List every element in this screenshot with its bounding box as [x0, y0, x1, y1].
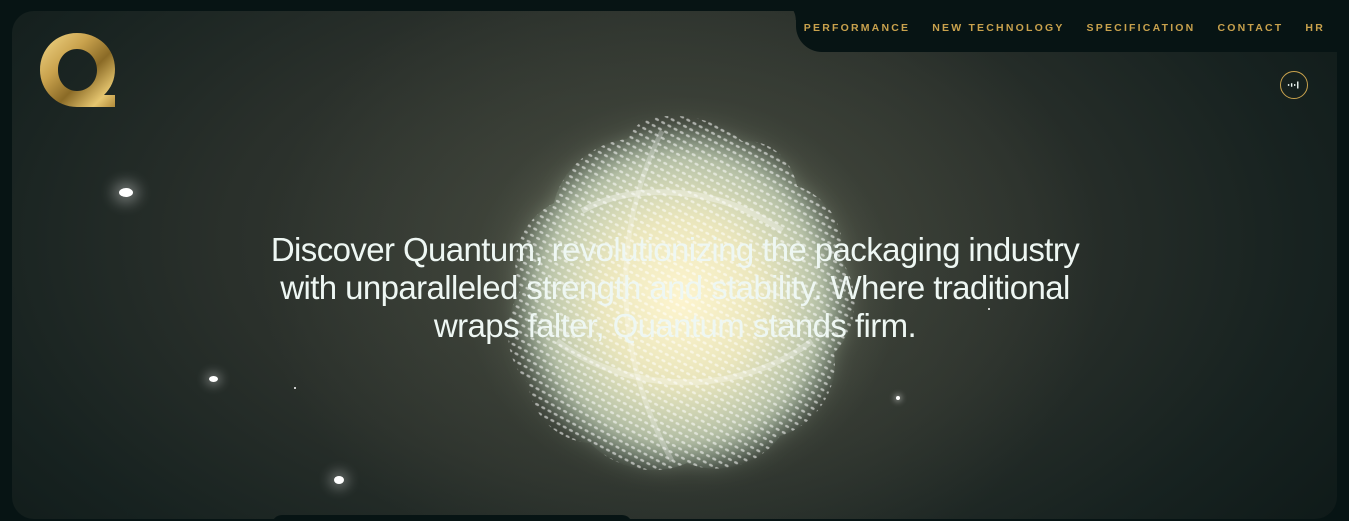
- top-navigation: PERFORMANCE NEW TECHNOLOGY SPECIFICATION…: [776, 0, 1349, 52]
- hero-section: Discover Quantum, revolutionizing the pa…: [12, 11, 1337, 519]
- glow-particle: [334, 476, 344, 484]
- nav-link-specification[interactable]: SPECIFICATION: [1087, 22, 1196, 34]
- page: Discover Quantum, revolutionizing the pa…: [0, 0, 1349, 521]
- nav-item: PERFORMANCE: [804, 18, 910, 36]
- nav-item: CONTACT: [1217, 18, 1283, 36]
- hero-bottom-edge: [272, 515, 632, 519]
- nav-link-hr[interactable]: HR: [1305, 22, 1325, 34]
- glow-particle: [119, 188, 133, 197]
- nav-item: HR: [1305, 18, 1325, 36]
- sound-toggle-button[interactable]: [1280, 71, 1308, 99]
- sound-wave-icon: [1287, 81, 1299, 89]
- nav-item: SPECIFICATION: [1087, 18, 1196, 36]
- hero-headline: Discover Quantum, revolutionizing the pa…: [240, 231, 1110, 345]
- hero-line-2: with unparalleled strength and stability…: [280, 269, 1070, 306]
- nav-item: NEW TECHNOLOGY: [932, 18, 1064, 36]
- hero-line-1: Discover Quantum, revolutionizing the pa…: [270, 231, 1080, 268]
- glow-particle: [294, 387, 296, 389]
- nav-link-new-technology[interactable]: NEW TECHNOLOGY: [932, 22, 1064, 34]
- nav-link-contact[interactable]: CONTACT: [1217, 22, 1283, 34]
- glow-particle: [896, 396, 900, 400]
- nav-list: PERFORMANCE NEW TECHNOLOGY SPECIFICATION…: [804, 18, 1325, 36]
- quantum-logo-icon[interactable]: [40, 33, 118, 109]
- nav-link-performance[interactable]: PERFORMANCE: [804, 22, 910, 34]
- hero-line-3: wraps falter, Quantum stands firm.: [433, 307, 917, 344]
- glow-particle: [209, 376, 218, 382]
